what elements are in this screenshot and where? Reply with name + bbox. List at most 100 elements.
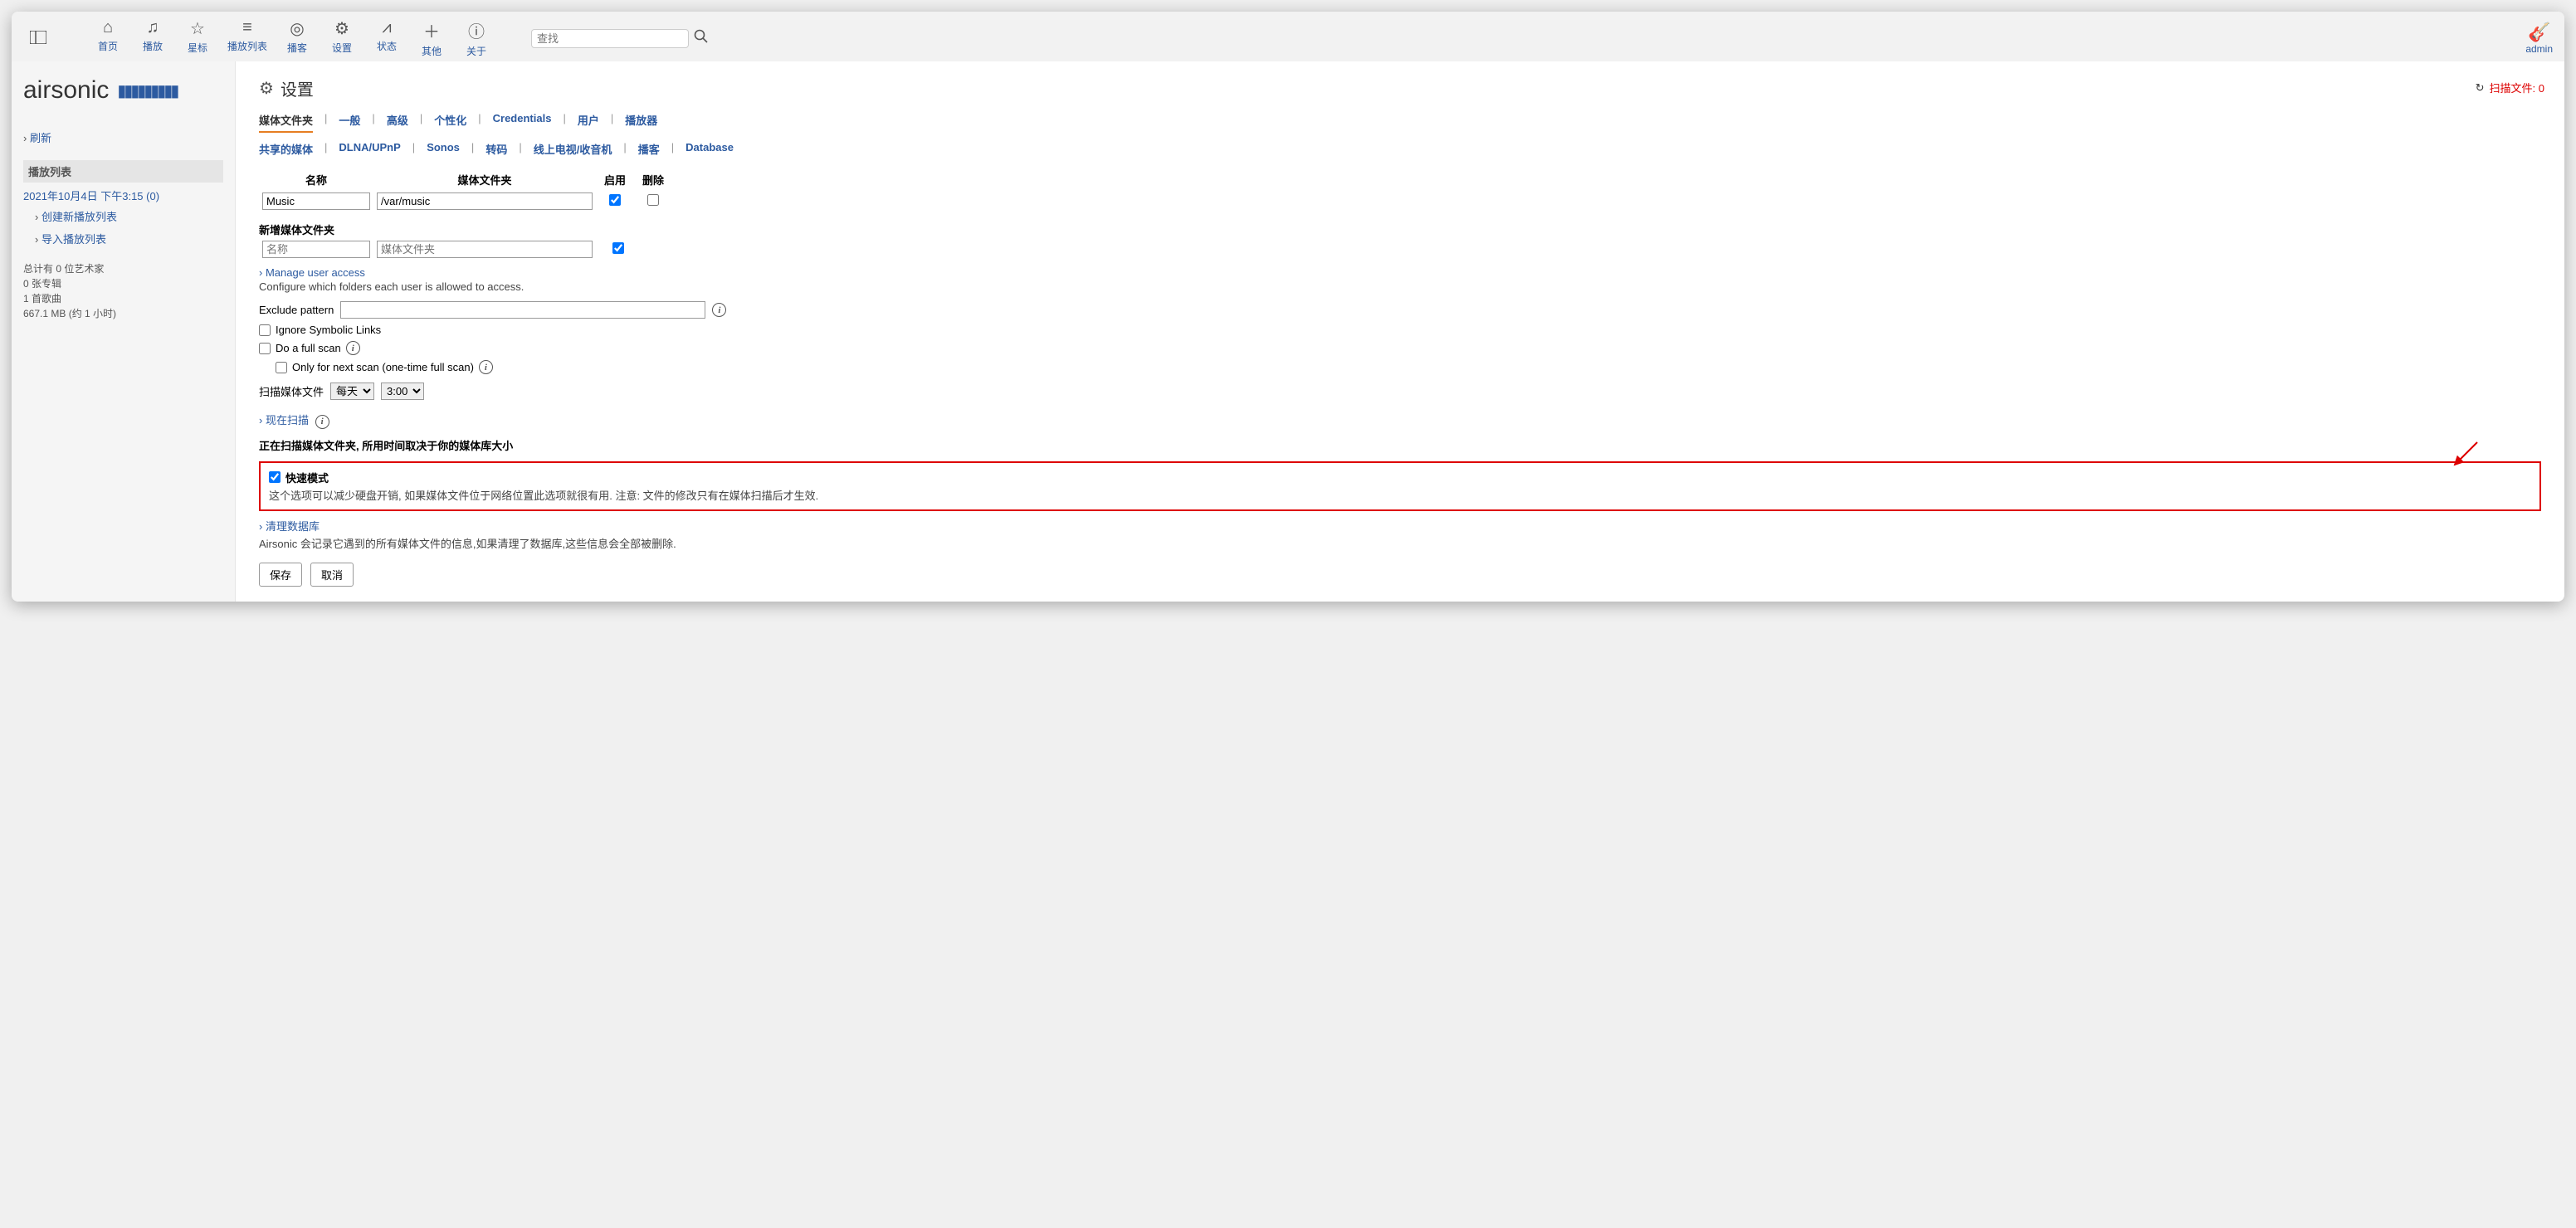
sidebar-toggle-button[interactable]	[23, 26, 53, 51]
nav-label: 播客	[287, 41, 307, 55]
one-time-scan-checkbox[interactable]	[276, 362, 287, 373]
scan-now-link[interactable]: 现在扫描	[259, 412, 309, 427]
save-button[interactable]: 保存	[259, 563, 302, 587]
new-folder-label: 新增媒体文件夹	[259, 222, 2541, 237]
tab-personal[interactable]: 个性化	[434, 109, 466, 133]
nav-play[interactable]: ♫播放	[138, 18, 168, 58]
folders-table: 名称 媒体文件夹 启用 删除	[259, 168, 672, 212]
tab-transcoding[interactable]: 转码	[485, 138, 507, 160]
folder-delete-checkbox[interactable]	[647, 194, 659, 206]
tabs-row-2: 共享的媒体| DLNA/UPnP| Sonos| 转码| 线上电视/收音机| 播…	[259, 138, 2541, 160]
exclude-pattern-input[interactable]	[340, 301, 705, 319]
plus-icon: ＋	[423, 18, 440, 42]
tab-podcast[interactable]: 播客	[638, 138, 660, 160]
info-icon[interactable]: i	[315, 415, 329, 429]
info-icon[interactable]: i	[712, 303, 726, 317]
col-delete: 删除	[634, 168, 672, 191]
sidebar-playlist-item[interactable]: 2021年10月4日 下午3:15 (0)	[23, 186, 223, 205]
tab-users[interactable]: 用户	[578, 109, 599, 133]
nav-label: 星标	[188, 41, 207, 55]
ignore-symlinks-label: Ignore Symbolic Links	[276, 324, 381, 336]
exclude-pattern-row: Exclude pattern i	[259, 301, 2541, 319]
tab-media-folders[interactable]: 媒体文件夹	[259, 109, 313, 133]
refresh-icon[interactable]: ↻	[2476, 81, 2485, 95]
home-icon: ⌂	[103, 18, 113, 37]
avatar-icon: 🎸	[2528, 22, 2550, 43]
fast-mode-row: 快速模式	[269, 470, 2531, 485]
star-icon: ☆	[190, 18, 205, 39]
scan-status: ↻ 扫描文件: 0	[2476, 80, 2544, 95]
scan-frequency-select[interactable]: 每天	[330, 383, 374, 400]
nav-more[interactable]: ＋ 其他	[417, 18, 446, 58]
info-icon[interactable]: i	[479, 360, 493, 374]
manage-access-link[interactable]: Manage user access	[259, 266, 365, 279]
sidebar: airsonic ▮▮▮▮▮▮▮▮▮ 刷新 播放列表 2021年10月4日 下午…	[12, 61, 236, 602]
cancel-button[interactable]: 取消	[310, 563, 354, 587]
one-time-scan-row: Only for next scan (one-time full scan) …	[276, 360, 2541, 374]
tab-radio[interactable]: 线上电视/收音机	[534, 138, 612, 160]
search-input[interactable]	[531, 29, 689, 48]
fast-mode-checkbox[interactable]	[269, 471, 281, 483]
nav-star[interactable]: ☆ 星标	[183, 18, 212, 58]
tab-credentials[interactable]: Credentials	[493, 109, 552, 133]
annotation-arrow-icon	[2448, 438, 2481, 471]
logo: airsonic ▮▮▮▮▮▮▮▮▮	[23, 76, 223, 105]
nav-label: 状态	[377, 39, 397, 53]
tab-sonos[interactable]: Sonos	[427, 138, 460, 160]
sidebar-heading-playlists: 播放列表	[23, 160, 223, 183]
tab-general[interactable]: 一般	[339, 109, 360, 133]
one-time-scan-label: Only for next scan (one-time full scan)	[292, 361, 474, 373]
nav-label: 关于	[466, 44, 486, 58]
full-scan-row: Do a full scan i	[259, 341, 2541, 355]
app-body: airsonic ▮▮▮▮▮▮▮▮▮ 刷新 播放列表 2021年10月4日 下午…	[12, 61, 2564, 602]
clean-db-desc: Airsonic 会记录它遇到的所有媒体文件的信息,如果清理了数据库,这些信息会…	[259, 535, 2541, 551]
search-box	[531, 29, 709, 48]
info-icon[interactable]: i	[346, 341, 360, 355]
nav-label: 其他	[422, 44, 442, 58]
folders-section: 名称 媒体文件夹 启用 删除 新增媒体文件夹	[259, 168, 2541, 587]
nav-status[interactable]: ⩘状态	[372, 18, 402, 58]
username: admin	[2525, 43, 2553, 55]
new-folder-enabled-checkbox[interactable]	[612, 242, 624, 254]
scan-time-select[interactable]: 3:00	[381, 383, 424, 400]
scan-schedule-row: 扫描媒体文件 每天 3:00	[259, 383, 2541, 400]
clean-db-link[interactable]: 清理数据库	[259, 518, 320, 534]
button-row: 保存 取消	[259, 563, 2541, 587]
fast-mode-desc: 这个选项可以减少硬盘开销, 如果媒体文件位于网络位置此选项就很有用. 注意: 文…	[269, 487, 2531, 503]
tab-players[interactable]: 播放器	[625, 109, 657, 133]
manage-access-desc: Configure which folders each user is all…	[259, 280, 2541, 293]
folder-path-input[interactable]	[377, 192, 593, 210]
nav-settings[interactable]: ⚙设置	[327, 18, 357, 58]
sidebar-refresh-link[interactable]: 刷新	[23, 126, 223, 149]
nav-about[interactable]: ⓘ关于	[461, 18, 491, 58]
page-title: ⚙ 设置	[259, 76, 2541, 100]
nav-podcast[interactable]: ◎ 播客	[282, 18, 312, 58]
tab-database[interactable]: Database	[685, 138, 734, 160]
stats-songs: 1 首歌曲	[23, 291, 223, 306]
page-title-text: 设置	[281, 76, 314, 100]
sidebar-create-playlist-link[interactable]: 创建新播放列表	[35, 205, 223, 227]
fast-mode-box: 快速模式 这个选项可以减少硬盘开销, 如果媒体文件位于网络位置此选项就很有用. …	[259, 461, 2541, 511]
nav-label: 首页	[98, 39, 118, 53]
ignore-symlinks-checkbox[interactable]	[259, 324, 271, 336]
scan-status-text: 扫描文件: 0	[2490, 80, 2544, 95]
user-menu[interactable]: 🎸 admin	[2525, 22, 2553, 55]
fast-mode-label: 快速模式	[285, 470, 329, 485]
nav-label: 设置	[332, 41, 352, 55]
folder-enabled-checkbox[interactable]	[609, 194, 621, 206]
full-scan-checkbox[interactable]	[259, 343, 271, 354]
nav-home[interactable]: ⌂ 首页	[93, 18, 123, 58]
nav-playlist[interactable]: ≡播放列表	[227, 18, 267, 58]
tab-advanced[interactable]: 高级	[387, 109, 408, 133]
search-icon[interactable]	[694, 29, 709, 48]
tab-dlna[interactable]: DLNA/UPnP	[339, 138, 400, 160]
new-folder-name-input[interactable]	[262, 241, 370, 258]
sidebar-import-playlist-link[interactable]: 导入播放列表	[35, 227, 223, 250]
folder-name-input[interactable]	[262, 192, 370, 210]
tabs-row-1: 媒体文件夹| 一般| 高级| 个性化| Credentials| 用户| 播放器	[259, 109, 2541, 133]
podcast-icon: ◎	[290, 18, 304, 39]
topbar: ⌂ 首页 ♫播放 ☆ 星标 ≡播放列表 ◎ 播客 ⚙设置 ⩘状态 ＋ 其他 ⓘ关于 🎸 …	[12, 12, 2564, 61]
new-folder-path-input[interactable]	[377, 241, 593, 258]
new-folder-row	[259, 239, 627, 260]
tab-shares[interactable]: 共享的媒体	[259, 138, 313, 160]
